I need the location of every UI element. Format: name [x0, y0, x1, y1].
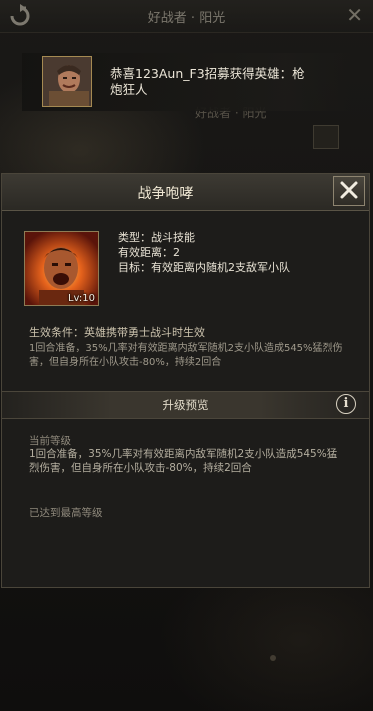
skill-info: 类型：战斗技能 有效距离：2 目标：有效距离内随机2支敌军小队	[118, 230, 290, 275]
skill-target: 目标：有效距离内随机2支敌军小队	[118, 261, 290, 274]
background-decoration	[270, 655, 276, 661]
recruit-notification: 恭喜123Aun_F3招募获得英雄：枪炮狂人	[22, 53, 352, 111]
info-icon[interactable]: i	[336, 394, 356, 414]
upgrade-preview-bar: 升级预览 i	[2, 391, 369, 419]
dialog-title: 战争咆哮	[137, 186, 194, 202]
skill-description: 1回合准备，35%几率对有效距离内敌军随机2支小队造成545%猛烈伤害，但自身所…	[29, 343, 343, 368]
skill-type: 类型：战斗技能	[118, 231, 195, 244]
skill-range: 有效距离：2	[118, 246, 180, 259]
close-icon	[340, 181, 358, 199]
close-button[interactable]	[333, 176, 365, 206]
background-close-icon[interactable]: ✕	[346, 3, 363, 27]
upgrade-preview-label: 升级预览	[162, 398, 209, 412]
skill-war-roar-icon: Lv:10	[24, 231, 99, 306]
effect-condition: 生效条件：英雄携带勇士战斗时生效	[29, 326, 205, 339]
max-level-text: 已达到最高等级	[29, 507, 103, 519]
current-level-description: 1回合准备，35%几率对有效距离内敌军随机2支小队造成545%猛烈伤害，但自身所…	[29, 448, 338, 474]
skill-detail-dialog: 战争咆哮 Lv:10 类型：战斗技能 有效距离：2 目标：有效距离内随机2支敌军…	[1, 173, 370, 588]
hero-portrait-icon	[42, 56, 92, 107]
background-button	[313, 125, 339, 149]
background-page-title: 好战者 · 阳光	[147, 11, 226, 26]
skill-level-badge: Lv:10	[67, 293, 95, 304]
recruit-message: 恭喜123Aun_F3招募获得英雄：枪炮狂人	[110, 66, 305, 97]
background-top-bar: 好战者 · 阳光 ✕	[0, 0, 373, 33]
dialog-header: 战争咆哮	[2, 174, 369, 211]
current-level-label: 当前等级	[29, 435, 71, 447]
